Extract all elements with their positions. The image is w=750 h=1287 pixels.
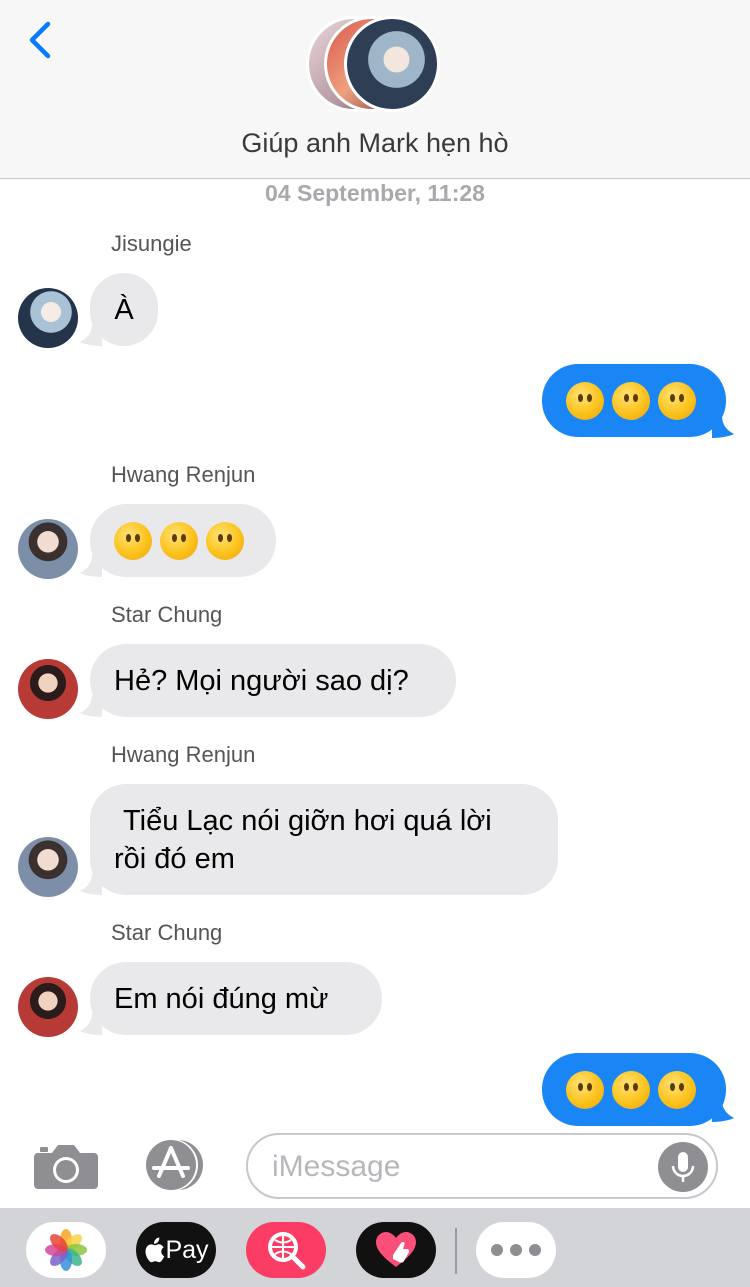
- emoji-row: [114, 521, 244, 560]
- back-button[interactable]: [22, 18, 62, 62]
- face-without-mouth-icon: [612, 381, 650, 420]
- conversation-header: Giúp anh Mark hẹn hò: [0, 0, 750, 179]
- message-bubble[interactable]: [542, 364, 726, 437]
- digital-touch-app-button[interactable]: [356, 1222, 436, 1278]
- face-without-mouth-icon: [114, 521, 152, 560]
- emoji-row: [566, 381, 696, 420]
- face-without-mouth-icon: [160, 521, 198, 560]
- message-bubble[interactable]: Em nói đúng mừ: [90, 962, 382, 1035]
- microphone-icon: [671, 1152, 695, 1182]
- sender-name: Jisungie: [111, 231, 192, 256]
- message-bubble[interactable]: Tiểu Lạc nói giỡn hơi quá lời rồi đó em: [90, 784, 558, 895]
- avatar[interactable]: [18, 288, 78, 348]
- app-drawer: Pay: [0, 1208, 750, 1287]
- message-bubble[interactable]: [90, 504, 276, 577]
- message-text: Tiểu Lạc nói giỡn hơi quá lời: [123, 804, 492, 837]
- message-text: rồi đó em: [114, 842, 235, 875]
- face-without-mouth-icon: [206, 521, 244, 560]
- more-icon: [491, 1244, 541, 1256]
- apple-pay-button[interactable]: Pay: [136, 1222, 216, 1278]
- photos-icon: [45, 1229, 87, 1271]
- sender-name: Hwang Renjun: [111, 462, 256, 487]
- group-avatar-stack[interactable]: [300, 12, 460, 112]
- message-text: À: [114, 293, 134, 326]
- message-text: Hẻ? Mọi người sao dị?: [114, 664, 409, 697]
- sender-name: Hwang Renjun: [111, 742, 256, 767]
- image-search-app-button[interactable]: [246, 1222, 326, 1278]
- message-timestamp: 04 September, 11:28: [265, 180, 485, 206]
- apple-pay-icon: [145, 1237, 165, 1263]
- app-store-button[interactable]: [140, 1138, 212, 1192]
- chevron-left-icon: [29, 21, 51, 59]
- message-text: Em nói đúng mừ: [114, 982, 329, 1015]
- digital-touch-icon: [376, 1232, 416, 1267]
- apple-pay-label: Pay: [165, 1235, 209, 1264]
- image-search-icon: [268, 1232, 306, 1270]
- more-apps-button[interactable]: [476, 1222, 556, 1278]
- message-bubble[interactable]: [542, 1053, 726, 1126]
- avatar[interactable]: [18, 837, 78, 897]
- group-name[interactable]: Giúp anh Mark hẹn hò: [0, 128, 750, 159]
- face-without-mouth-icon: [658, 381, 696, 420]
- group-avatar: [344, 16, 440, 112]
- sender-name: Star Chung: [111, 602, 223, 627]
- face-without-mouth-icon: [612, 1070, 650, 1109]
- avatar[interactable]: [18, 519, 78, 579]
- sender-name: Star Chung: [111, 920, 223, 945]
- dictation-button[interactable]: [658, 1142, 708, 1192]
- emoji-row: [566, 1070, 696, 1109]
- avatar[interactable]: [18, 659, 78, 719]
- camera-icon: [34, 1145, 98, 1189]
- camera-button[interactable]: [32, 1141, 100, 1191]
- app-store-icon: [146, 1139, 203, 1191]
- drawer-divider: [455, 1228, 457, 1274]
- avatar[interactable]: [18, 977, 78, 1037]
- imessage-field[interactable]: [246, 1133, 718, 1199]
- face-without-mouth-icon: [658, 1070, 696, 1109]
- photos-app-button[interactable]: [26, 1222, 106, 1278]
- message-input[interactable]: [272, 1145, 652, 1189]
- face-without-mouth-icon: [566, 381, 604, 420]
- message-bubble[interactable]: À: [90, 273, 158, 346]
- message-bubble[interactable]: Hẻ? Mọi người sao dị?: [90, 644, 456, 717]
- face-without-mouth-icon: [566, 1070, 604, 1109]
- compose-bar: [0, 1128, 750, 1208]
